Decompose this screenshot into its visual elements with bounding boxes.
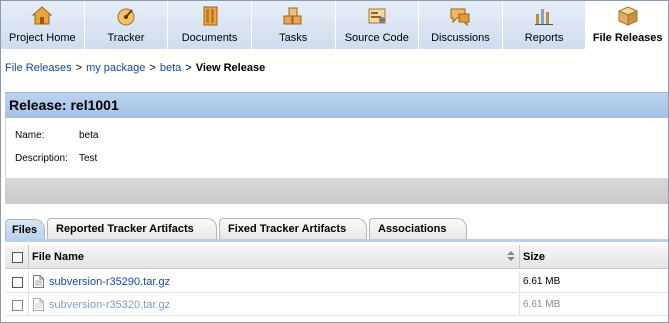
breadcrumb-separator: > [185, 62, 192, 74]
column-divider [519, 294, 520, 315]
discussions-icon [450, 8, 470, 27]
description-label: Description: [15, 153, 68, 164]
table-row: subversion-r35320.tar.gz 6.61 MB [5, 294, 668, 316]
file-link[interactable]: subversion-r35320.tar.gz [49, 299, 170, 311]
nav-tab-source-code[interactable]: Source Code [335, 1, 420, 49]
release-details: Name: beta Description: Test [5, 118, 668, 178]
nav-tab-tasks[interactable]: Tasks [251, 1, 336, 49]
nav-tab-documents[interactable]: Documents [168, 1, 252, 49]
name-value: beta [79, 130, 99, 141]
tab-associations[interactable]: Associations [369, 218, 467, 240]
release-header: Release: rel1001 [5, 92, 668, 118]
nav-tab-file-releases[interactable]: File Releases [586, 1, 668, 49]
tab-reported-tracker-artifacts[interactable]: Reported Tracker Artifacts [47, 218, 217, 240]
file-size: 6.61 MB [523, 299, 561, 310]
file-icon [33, 275, 44, 288]
nav-tab-tracker[interactable]: Tracker [84, 1, 169, 49]
release-title: Release: rel1001 [9, 97, 119, 113]
documents-icon [203, 6, 218, 26]
house-icon [31, 6, 53, 25]
release-actions-bar [5, 178, 668, 204]
sort-icon[interactable] [506, 250, 516, 262]
nav-tab-label: Tracker [107, 32, 145, 44]
row-checkbox[interactable] [12, 300, 23, 311]
nav-tab-label: Project Home [8, 32, 76, 44]
breadcrumb-link-file-releases[interactable]: File Releases [5, 62, 72, 74]
file-icon [33, 298, 44, 311]
breadcrumb-separator: > [75, 62, 83, 74]
tab-fixed-tracker-artifacts[interactable]: Fixed Tracker Artifacts [219, 218, 367, 240]
description-value: Test [79, 153, 98, 164]
source-code-icon [368, 8, 386, 24]
release-subtabs: Files Reported Tracker Artifacts Fixed T… [5, 216, 668, 240]
app-window: Project Home Tracker Documents Tasks Sou… [0, 0, 669, 323]
nav-tab-label: Discussions [431, 32, 490, 44]
column-divider [28, 294, 29, 315]
breadcrumb-separator: > [149, 62, 156, 74]
breadcrumb-current: View Release [195, 62, 266, 74]
file-link[interactable]: subversion-r35290.tar.gz [49, 276, 170, 288]
tab-underline [5, 239, 668, 242]
select-all-checkbox[interactable] [12, 252, 23, 263]
breadcrumb-link-beta[interactable]: beta [160, 62, 181, 74]
nav-tab-label: Documents [181, 32, 238, 44]
tasks-icon [283, 7, 302, 25]
file-releases-icon [617, 6, 638, 26]
nav-tab-label: Source Code [344, 32, 409, 44]
nav-tab-project-home[interactable]: Project Home [1, 1, 85, 49]
column-header-file-name[interactable]: File Name [32, 251, 84, 263]
name-label: Name: [15, 130, 45, 141]
column-divider [28, 271, 29, 292]
nav-tab-label: File Releases [592, 32, 663, 44]
tracker-icon [117, 8, 135, 26]
breadcrumb-link-package[interactable]: my package [86, 62, 145, 74]
nav-tab-label: Tasks [279, 32, 308, 44]
column-divider [519, 245, 520, 268]
column-divider [28, 245, 29, 268]
nav-tab-reports[interactable]: Reports [502, 1, 587, 49]
nav-tab-discussions[interactable]: Discussions [419, 1, 503, 49]
table-row: subversion-r35290.tar.gz 6.61 MB [5, 271, 668, 293]
reports-icon [535, 9, 554, 25]
file-size: 6.61 MB [523, 276, 561, 287]
column-divider [519, 271, 520, 292]
tab-files[interactable]: Files [5, 219, 45, 240]
column-header-size[interactable]: Size [523, 251, 545, 263]
files-table-header: File Name Size [5, 245, 668, 269]
row-checkbox[interactable] [12, 277, 23, 288]
top-nav: Project Home Tracker Documents Tasks Sou… [1, 1, 668, 49]
breadcrumb: File Releases > my package > beta > View Relea… [5, 62, 265, 74]
nav-tab-label: Reports [524, 32, 564, 44]
